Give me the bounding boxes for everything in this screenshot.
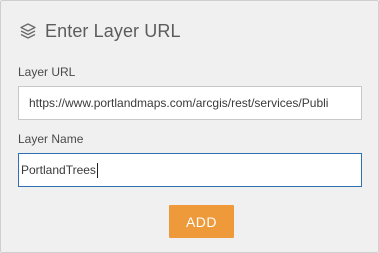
text-caret xyxy=(96,162,98,178)
layer-url-input[interactable]: https://www.portlandmaps.com/arcgis/rest… xyxy=(18,86,362,120)
layers-icon xyxy=(19,22,37,40)
layer-name-label: Layer Name xyxy=(18,132,84,146)
layer-url-value: https://www.portlandmaps.com/arcgis/rest… xyxy=(29,96,329,110)
enter-layer-url-panel: Enter Layer URL Layer URL https://www.po… xyxy=(0,0,379,253)
layer-name-value: PortlandTrees xyxy=(21,163,96,177)
panel-title: Enter Layer URL xyxy=(45,20,181,41)
panel-header: Enter Layer URL xyxy=(19,20,181,42)
add-button[interactable]: ADD xyxy=(169,205,234,238)
layer-url-label: Layer URL xyxy=(18,65,76,79)
layer-name-input[interactable]: PortlandTrees xyxy=(18,153,362,187)
